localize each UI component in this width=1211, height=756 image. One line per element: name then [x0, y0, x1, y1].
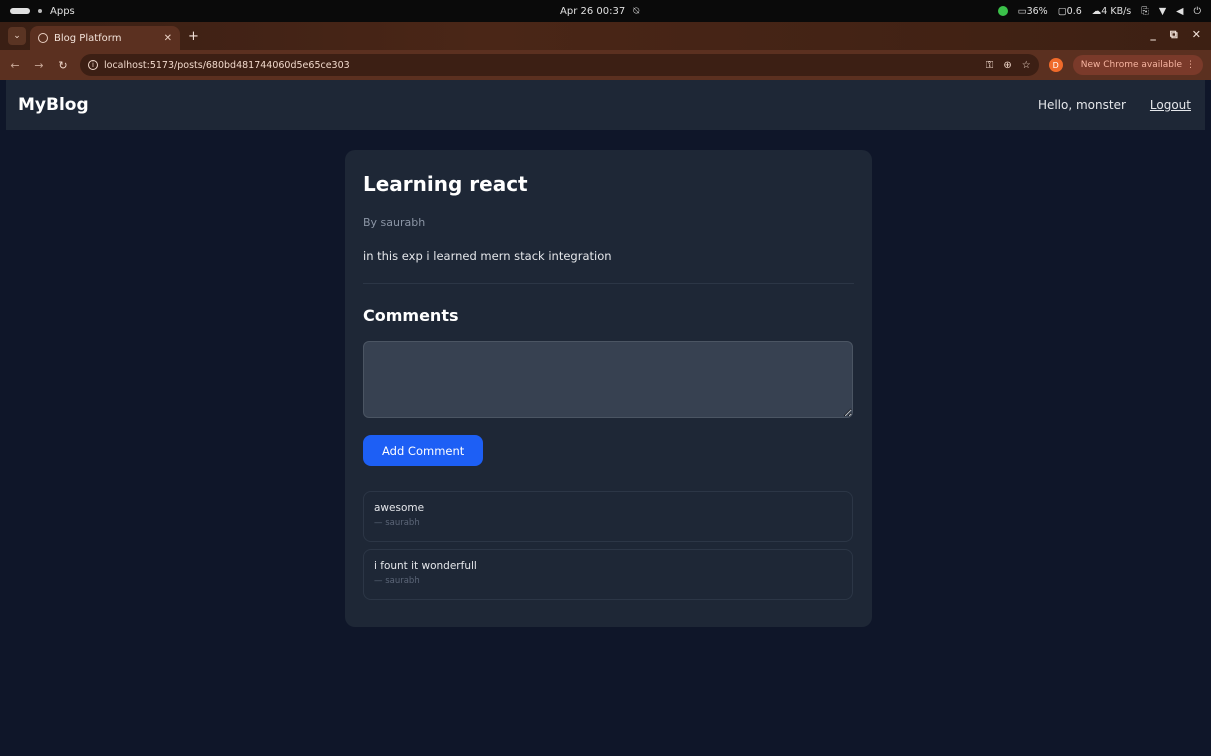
monitor-icon: ▢ — [1057, 5, 1067, 17]
battery-indicator[interactable]: ▭36% — [1018, 6, 1048, 17]
minimize-icon[interactable]: _ — [1150, 28, 1156, 42]
post-author: By saurabh — [363, 216, 426, 229]
post-body: in this exp i learned mern stack integra… — [363, 249, 612, 263]
comment-text: i fount it wonderfull — [374, 560, 477, 572]
comment-author: — saurabh — [374, 518, 420, 528]
site-info-icon[interactable]: i — [88, 60, 98, 70]
clipboard-icon[interactable]: ⎘ — [1141, 6, 1149, 17]
comment-item: i fount it wonderfull — saurabh — [363, 549, 853, 600]
cloud-upload-icon: ☁ — [1091, 5, 1102, 17]
browser-toolbar: ← → ↻ i localhost:5173/posts/680bd481744… — [0, 50, 1211, 80]
network-speed-indicator[interactable]: ☁4 KB/s — [1092, 6, 1131, 17]
bell-off-icon: ⍉ — [633, 5, 640, 17]
app-indicator-icon[interactable] — [997, 6, 1008, 16]
tab-search-chevron-icon[interactable]: ⌄ — [8, 27, 26, 45]
browser-tab-strip: ⌄ Blog Platform ✕ + _ ⧉ ✕ — [0, 22, 1211, 50]
logout-link[interactable]: Logout — [1150, 98, 1191, 112]
tab-blog-platform[interactable]: Blog Platform ✕ — [30, 26, 180, 50]
url-text[interactable]: localhost:5173/posts/680bd481744060d5e65… — [104, 60, 980, 71]
window-controls: _ ⧉ ✕ — [1150, 28, 1201, 42]
os-top-bar: Apps Apr 26 00:37 ⍉ ▭36% ▢0.6 ☁4 KB/s ⎘ … — [0, 0, 1211, 22]
globe-icon — [38, 33, 48, 43]
brand-logo[interactable]: MyBlog — [18, 95, 89, 115]
password-key-icon[interactable]: ⚿ — [986, 60, 994, 71]
divider — [363, 283, 854, 284]
comment-list: awesome — saurabh i fount it wonderfull … — [363, 491, 854, 600]
wifi-icon[interactable]: ▼ — [1159, 6, 1166, 17]
user-greeting: Hello, monster — [1037, 98, 1126, 112]
comments-heading: Comments — [363, 306, 459, 325]
add-comment-button[interactable]: Add Comment — [363, 435, 484, 466]
zoom-icon[interactable]: ⊕ — [1003, 60, 1011, 71]
chrome-update-button[interactable]: New Chrome available ⋮ — [1072, 55, 1203, 75]
forward-arrow-icon[interactable]: → — [32, 59, 46, 72]
address-bar[interactable]: i localhost:5173/posts/680bd481744060d5e… — [80, 54, 1039, 76]
comment-textarea[interactable] — [363, 341, 853, 418]
close-window-icon[interactable]: ✕ — [1192, 28, 1201, 42]
datetime: Apr 26 00:37 — [560, 5, 626, 17]
power-icon[interactable]: ⏻ — [1193, 6, 1201, 17]
bookmark-star-icon[interactable]: ☆ — [1022, 60, 1031, 71]
apps-label[interactable]: Apps — [50, 6, 75, 17]
cpu-indicator[interactable]: ▢0.6 — [1058, 6, 1082, 17]
app-viewport: MyBlog Hello, monster Logout Learning re… — [6, 80, 1205, 756]
network-speed: 4 KB/s — [1101, 5, 1132, 17]
battery-icon: ▭ — [1017, 5, 1027, 17]
post-card: Learning react By saurabh in this exp i … — [345, 150, 872, 627]
back-arrow-icon[interactable]: ← — [8, 59, 22, 72]
reload-icon[interactable]: ↻ — [56, 59, 70, 72]
restore-icon[interactable]: ⧉ — [1170, 28, 1178, 42]
workspace-dot[interactable] — [38, 9, 42, 13]
app-navbar: MyBlog Hello, monster Logout — [6, 80, 1205, 130]
volume-icon[interactable]: ◀ — [1176, 6, 1183, 17]
cpu-load: 0.6 — [1066, 5, 1082, 17]
clock[interactable]: Apr 26 00:37 ⍉ — [560, 0, 639, 22]
comment-author: — saurabh — [374, 576, 420, 586]
workspace-indicator[interactable] — [10, 8, 30, 14]
close-tab-icon[interactable]: ✕ — [164, 33, 172, 44]
comment-text: awesome — [374, 502, 425, 514]
post-title: Learning react — [363, 172, 528, 196]
tab-title: Blog Platform — [54, 32, 122, 44]
profile-avatar[interactable]: D — [1048, 58, 1063, 72]
comment-item: awesome — saurabh — [363, 491, 853, 542]
new-tab-plus-icon[interactable]: + — [188, 29, 199, 44]
update-label: New Chrome available — [1080, 60, 1182, 70]
battery-percent: 36% — [1026, 5, 1048, 17]
kebab-menu-icon: ⋮ — [1186, 60, 1195, 70]
